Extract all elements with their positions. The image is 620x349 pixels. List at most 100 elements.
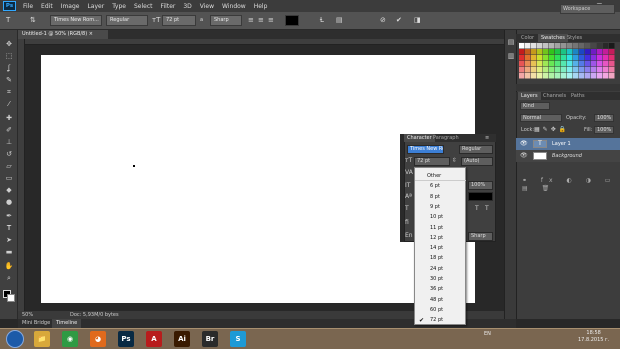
taskbar-bridge-icon[interactable]: Br (202, 331, 218, 347)
swatch[interactable] (603, 55, 609, 61)
swatch[interactable] (561, 43, 567, 49)
pen-tool-icon[interactable]: ✒ (4, 212, 14, 221)
swatch[interactable] (519, 55, 525, 61)
swatch[interactable] (573, 61, 579, 67)
font-size-select[interactable]: 72 pt (162, 15, 196, 26)
swatch[interactable] (537, 67, 543, 73)
menu-file[interactable]: File (19, 3, 37, 10)
swatch[interactable] (537, 73, 543, 79)
char-font-size-select[interactable]: 72 pt (414, 157, 450, 166)
swatch[interactable] (609, 61, 615, 67)
swatch[interactable] (579, 61, 585, 67)
swatch[interactable] (531, 55, 537, 61)
path-select-tool-icon[interactable]: ➤ (4, 236, 14, 245)
brush-tool-icon[interactable]: ✐ (4, 126, 14, 135)
menu-type[interactable]: Type (108, 3, 130, 10)
swatch[interactable] (519, 61, 525, 67)
font-family-select[interactable]: Times New Rom... (50, 15, 102, 26)
swatch[interactable] (531, 61, 537, 67)
swatch[interactable] (567, 55, 573, 61)
commit-icon[interactable]: ✔ (396, 16, 402, 25)
layer-filter-select[interactable]: Kind (520, 102, 550, 110)
swatch[interactable] (579, 49, 585, 55)
swatch[interactable] (585, 73, 591, 79)
font-size-option[interactable]: 14 pt (415, 244, 466, 253)
crop-tool-icon[interactable]: ⌗ (4, 88, 14, 97)
align-right-icon[interactable]: ≡ (268, 16, 274, 25)
align-center-icon[interactable]: ≡ (258, 16, 264, 25)
marquee-tool-icon[interactable]: ⬚ (4, 52, 14, 61)
zoom-level[interactable]: 50% (22, 311, 33, 319)
font-size-option[interactable]: 12 pt (415, 234, 466, 243)
swatch[interactable] (543, 61, 549, 67)
taskbar-chrome-icon[interactable]: ◉ (62, 331, 78, 347)
shape-tool-icon[interactable]: ▬ (4, 248, 14, 257)
taskbar-acrobat-icon[interactable]: A (146, 331, 162, 347)
tab-layers[interactable]: Layers (518, 92, 541, 100)
swatch[interactable] (561, 49, 567, 55)
swatch[interactable] (555, 67, 561, 73)
swatch[interactable] (591, 49, 597, 55)
taskbar-skype-icon[interactable]: S (230, 331, 246, 347)
swatch[interactable] (537, 49, 543, 55)
swatch[interactable] (555, 43, 561, 49)
faux-italic-icon[interactable]: T (475, 205, 479, 213)
all-caps-icon[interactable]: T (485, 205, 489, 213)
swatch[interactable] (597, 67, 603, 73)
hand-tool-icon[interactable]: ✋ (4, 262, 14, 271)
move-tool-icon[interactable]: ✥ (4, 40, 14, 49)
swatch[interactable] (537, 55, 543, 61)
swatch[interactable] (573, 49, 579, 55)
swatch[interactable] (591, 55, 597, 61)
font-size-option[interactable]: Other (415, 172, 466, 181)
horizontal-scale-field[interactable]: 100% (468, 181, 493, 190)
char-color-swatch[interactable] (468, 192, 493, 201)
swatch[interactable] (543, 67, 549, 73)
swatch[interactable] (537, 43, 543, 49)
swatch[interactable] (519, 43, 525, 49)
char-font-style-select[interactable]: Regular (459, 145, 493, 154)
font-size-option[interactable]: 60 pt (415, 306, 466, 315)
swatch[interactable] (603, 73, 609, 79)
font-size-option[interactable]: 30 pt (415, 275, 466, 284)
swatch[interactable] (531, 67, 537, 73)
swatch[interactable] (525, 49, 531, 55)
swatch[interactable] (543, 43, 549, 49)
swatch[interactable] (543, 49, 549, 55)
swatch[interactable] (531, 73, 537, 79)
swatch[interactable] (561, 61, 567, 67)
text-orientation-icon[interactable]: ⇅ (30, 16, 36, 25)
swatch[interactable] (531, 43, 537, 49)
blend-mode-select[interactable]: Normal (520, 114, 562, 122)
swatch[interactable] (603, 67, 609, 73)
lock-icons[interactable]: ▦✎✥🔒 (534, 126, 569, 133)
warp-text-icon[interactable]: Ɫ (320, 16, 324, 25)
font-size-option[interactable]: 6 pt (415, 182, 466, 191)
swatch[interactable] (549, 73, 555, 79)
swatch[interactable] (555, 55, 561, 61)
type-tool-icon[interactable]: T (4, 224, 14, 233)
font-size-option[interactable]: ✔ 72 pt (415, 316, 466, 325)
cancel-icon[interactable]: ⊘ (380, 16, 386, 25)
swatch[interactable] (525, 61, 531, 67)
menu-image[interactable]: Image (57, 3, 84, 10)
swatch[interactable] (549, 43, 555, 49)
font-size-option[interactable]: 10 pt (415, 213, 466, 222)
swatch[interactable] (519, 49, 525, 55)
layer-row-background[interactable]: 👁 Background (516, 150, 620, 162)
swatch[interactable] (543, 55, 549, 61)
font-size-option[interactable]: 8 pt (415, 193, 466, 202)
swatch[interactable] (597, 55, 603, 61)
layers-footer-icons[interactable]: ⚭ fx ◐ ◑ ▭ ▤ 🗑 (516, 177, 620, 192)
swatch[interactable] (579, 43, 585, 49)
workspace-select[interactable]: Workspace (560, 4, 615, 14)
swatch-grid[interactable] (519, 43, 615, 83)
swatch[interactable] (525, 43, 531, 49)
swatch[interactable] (537, 61, 543, 67)
font-size-option[interactable]: 36 pt (415, 285, 466, 294)
taskbar-photoshop-icon[interactable]: Ps (118, 331, 134, 347)
menu-filter[interactable]: Filter (157, 3, 180, 10)
swatch[interactable] (585, 49, 591, 55)
eraser-tool-icon[interactable]: ▱ (4, 162, 14, 171)
history-panel-icon[interactable]: ▤ (506, 38, 516, 47)
